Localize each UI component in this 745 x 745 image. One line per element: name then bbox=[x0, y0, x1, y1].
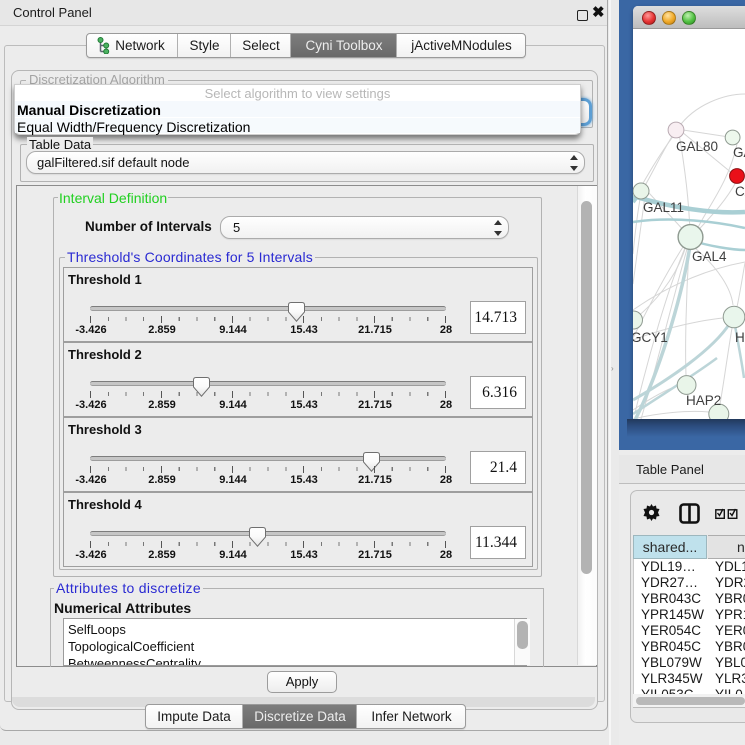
svg-text:GCY1: GCY1 bbox=[633, 330, 668, 345]
svg-text:GAL11: GAL11 bbox=[643, 200, 684, 215]
svg-text:GAL4: GAL4 bbox=[692, 249, 727, 264]
svg-text:GA: GA bbox=[733, 145, 745, 160]
svg-text:GAL80: GAL80 bbox=[676, 139, 718, 154]
svg-text:H: H bbox=[735, 330, 745, 345]
svg-text:HAP2: HAP2 bbox=[686, 393, 721, 408]
svg-text:CA: CA bbox=[735, 184, 745, 199]
